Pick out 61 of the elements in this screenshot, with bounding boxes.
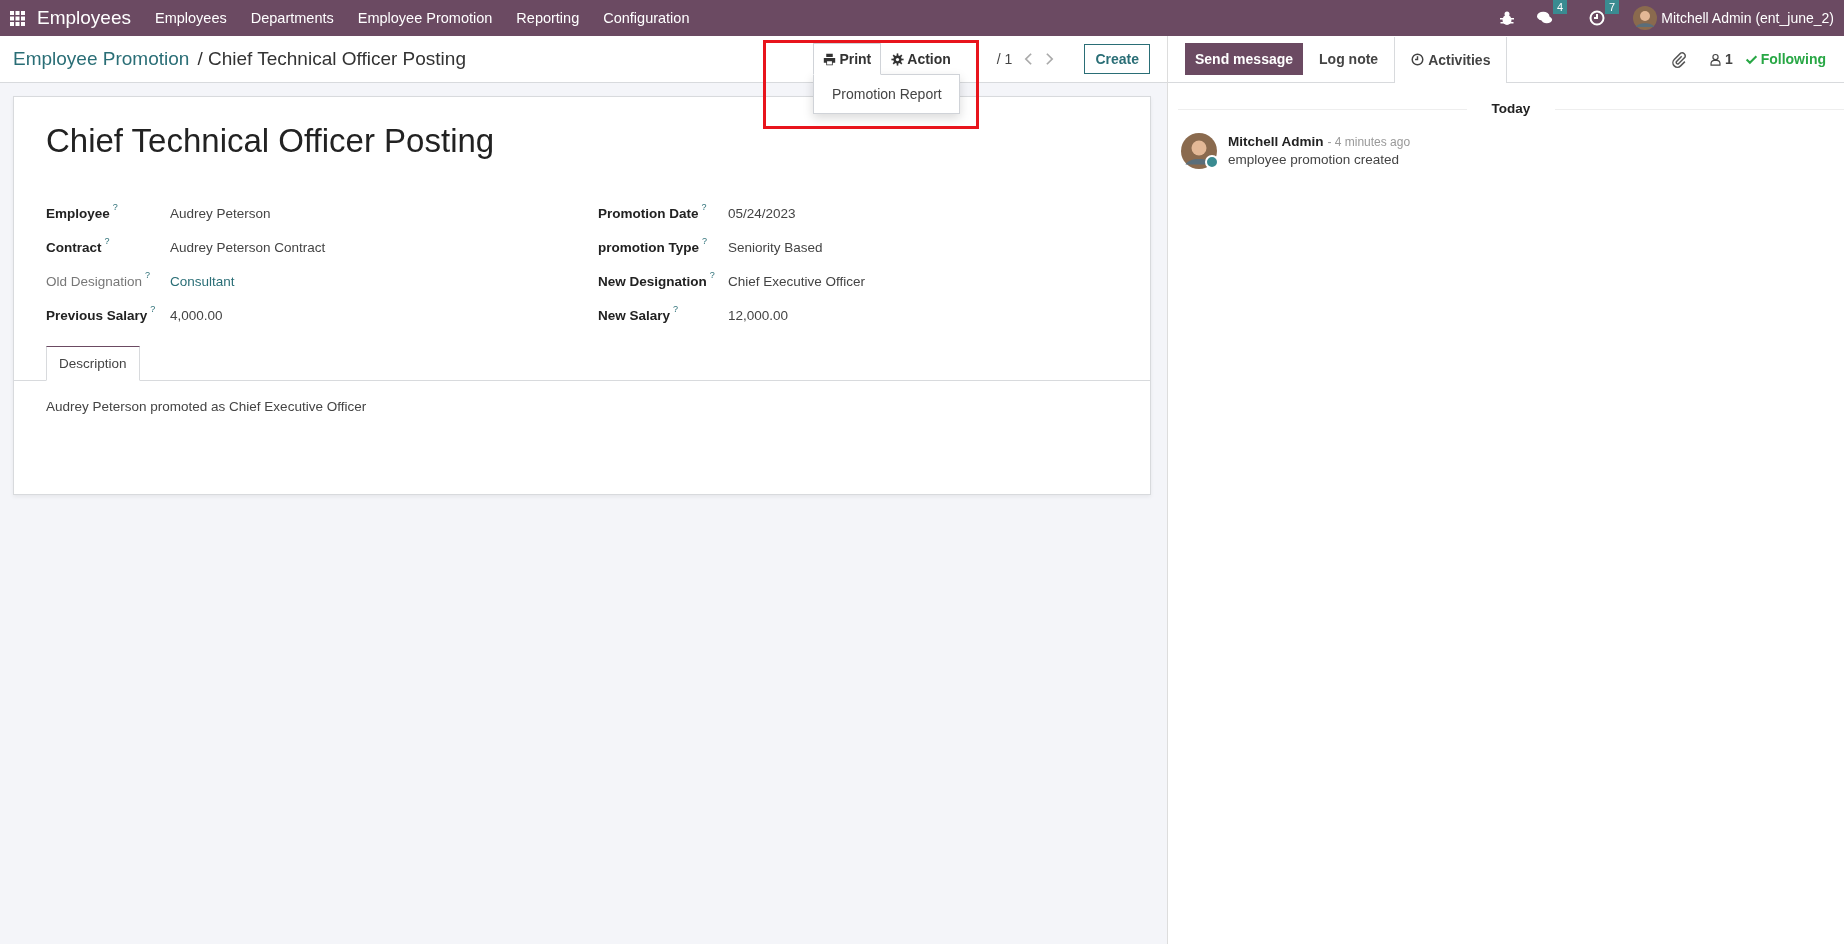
menu-item[interactable]: Configuration: [591, 10, 702, 26]
avatar[interactable]: [1633, 6, 1658, 30]
menu-item[interactable]: Employees: [143, 10, 239, 26]
message-body: employee promotion created: [1228, 152, 1401, 167]
field-value: 12,000.00: [728, 307, 789, 323]
help-tooltip-mark[interactable]: ?: [145, 270, 151, 280]
message-author[interactable]: Mitchell Admin: [1228, 134, 1324, 149]
message-count: 4: [1553, 0, 1568, 14]
app-name[interactable]: Employees: [37, 7, 131, 29]
apps-menu-icon[interactable]: [10, 10, 25, 26]
help-tooltip-mark[interactable]: ?: [709, 270, 715, 280]
menu-item[interactable]: Departments: [238, 10, 346, 26]
printer-icon: [823, 52, 837, 66]
field-label: Promotion Date: [598, 205, 699, 221]
date-separator: Today: [1466, 101, 1556, 118]
online-status-dot: [1205, 155, 1219, 169]
field-value[interactable]: Consultant: [170, 273, 574, 289]
field-label: promotion Type: [598, 239, 699, 255]
breadcrumb-current: / Chief Technical Officer Posting: [197, 48, 466, 70]
field-label: Previous Salary: [46, 307, 148, 323]
menu-item[interactable]: Employee Promotion: [345, 10, 505, 26]
record-title: Chief Technical Officer Posting: [46, 122, 496, 160]
pager: / 1: [996, 51, 1013, 67]
field-label: New Designation: [598, 273, 707, 289]
gear-icon: [891, 52, 905, 66]
field-label: New Salary: [598, 307, 671, 323]
field-value: 05/24/2023: [728, 205, 796, 221]
paperclip-icon[interactable]: [1669, 50, 1687, 68]
menu-item[interactable]: Promotion Report: [814, 81, 960, 107]
person-icon: [1708, 52, 1722, 66]
message-time: - 4 minutes ago: [1327, 135, 1411, 149]
clock-icon[interactable]: [1589, 10, 1606, 26]
help-tooltip-mark[interactable]: ?: [104, 236, 110, 246]
user-name[interactable]: Mitchell Admin (ent_june_2): [1661, 10, 1834, 26]
field-value: Seniority Based: [728, 239, 823, 255]
description-text: Audrey Peterson promoted as Chief Executive Officer: [46, 399, 368, 414]
menu-item[interactable]: Reporting: [504, 10, 592, 26]
field-value: Chief Executive Officer: [728, 273, 866, 289]
send-message-button[interactable]: Send message: [1185, 43, 1304, 75]
help-tooltip-mark[interactable]: ?: [112, 202, 118, 212]
tab[interactable]: Description: [46, 346, 140, 381]
field-value: Audrey Peterson Contract: [170, 239, 327, 255]
field-value: Audrey Peterson: [170, 205, 272, 221]
breadcrumb-link[interactable]: Employee Promotion: [13, 48, 190, 70]
field-label: Old Designation: [46, 273, 143, 289]
clock-icon: [1411, 53, 1425, 66]
field-label: Contract: [46, 239, 102, 255]
bug-icon[interactable]: [1499, 10, 1515, 26]
field-label: Employee: [46, 205, 110, 221]
help-tooltip-mark[interactable]: ?: [702, 236, 707, 246]
create-button[interactable]: Create: [1084, 44, 1150, 74]
author-avatar: [1181, 133, 1217, 169]
field-value: 4,000.00: [170, 307, 224, 323]
help-tooltip-mark[interactable]: ?: [701, 202, 707, 212]
help-tooltip-mark[interactable]: ?: [150, 304, 156, 314]
followers-button[interactable]: 1: [1708, 51, 1733, 67]
activity-count: 7: [1605, 0, 1620, 14]
print-button[interactable]: Print: [813, 43, 882, 75]
chat-icon[interactable]: [1537, 10, 1553, 26]
activities-button[interactable]: Activities: [1394, 36, 1508, 83]
help-tooltip-mark[interactable]: ?: [673, 304, 679, 314]
